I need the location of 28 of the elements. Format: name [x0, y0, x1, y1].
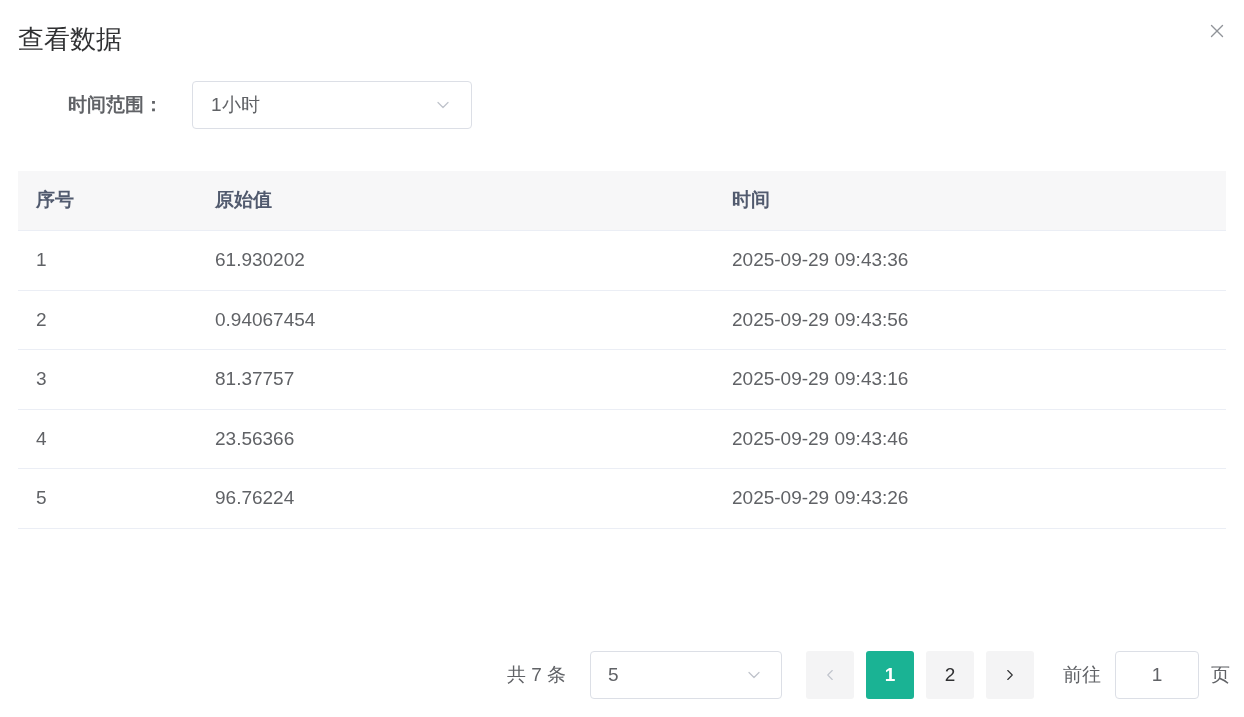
table-cell-text: 2025-09-29 09:43:16: [731, 367, 910, 391]
table-cell-text: 2025-09-29 09:43:36: [731, 248, 910, 272]
page-input[interactable]: 1: [1115, 651, 1199, 699]
column-header: 序号: [35, 188, 75, 213]
table-cell-text: 96.76224: [214, 486, 296, 510]
time-range-select[interactable]: 1小时: [192, 81, 472, 129]
table-cell-text: 23.56366: [214, 426, 296, 451]
table-cell-text: 81.37757: [214, 367, 296, 391]
table-cell-text: 3: [35, 367, 48, 391]
table-cell-text: 0.94067454: [214, 307, 317, 332]
table-cell-text: 61.930202: [214, 248, 306, 272]
table-cell-text: 2025-09-29 09:43:46: [731, 426, 910, 451]
page-suffix: 页: [1211, 662, 1230, 687]
page-button[interactable]: 2: [926, 651, 974, 699]
table-cell-text: 4: [35, 426, 48, 451]
filter-label: 时间范围：: [68, 92, 164, 117]
column-header: 原始值: [214, 188, 273, 213]
table-cell-text: 2025-09-29 09:43:26: [731, 486, 910, 510]
goto-label: 前往: [1063, 662, 1101, 687]
table-cell-text: 2: [35, 307, 48, 332]
table-cell-text: 2025-09-29 09:43:56: [731, 307, 910, 332]
page-size-select[interactable]: 5: [590, 651, 782, 699]
column-header: 时间: [731, 188, 771, 213]
dialog-title: 查看数据: [18, 23, 122, 56]
total-count: 共 7 条: [506, 662, 566, 687]
table-cell-text: 1: [35, 248, 48, 272]
next-page-button[interactable]: [986, 651, 1034, 699]
table-cell-text: 5: [35, 486, 48, 510]
